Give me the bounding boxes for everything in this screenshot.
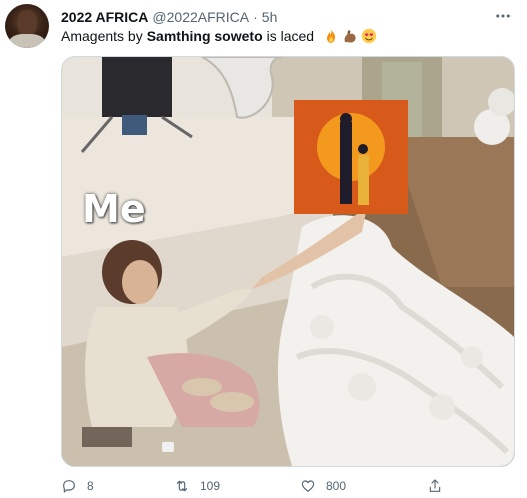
reply-count: 8	[87, 479, 94, 493]
tweet-media-image[interactable]: Me	[61, 56, 515, 467]
share-button[interactable]	[427, 478, 453, 494]
more-horizontal-icon	[496, 14, 510, 18]
reply-button[interactable]: 8	[61, 478, 94, 494]
reply-icon	[63, 480, 75, 493]
like-count: 800	[326, 479, 347, 493]
share-icon	[429, 479, 441, 492]
tweet-header: 2022 AFRICA @2022AFRICA · 5h	[61, 8, 277, 26]
flexed-biceps-emoji-icon	[344, 30, 356, 43]
more-options-button[interactable]	[491, 6, 515, 26]
tweet-text-start: Amagents by	[61, 28, 143, 44]
avatar[interactable]	[5, 4, 49, 48]
tweet[interactable]: 2022 AFRICA @2022AFRICA · 5h Amagents by…	[0, 0, 527, 498]
meme-caption: Me	[82, 187, 146, 231]
smiling-face-with-heart-eyes-emoji-icon	[361, 28, 377, 44]
timestamp[interactable]: 5h	[262, 9, 278, 25]
meme-photo	[62, 57, 514, 466]
tweet-text-end: is laced	[266, 28, 315, 44]
heart-icon	[301, 480, 315, 492]
tweet-text-artist: Samthing soweto	[146, 28, 263, 44]
fire-emoji-icon	[327, 29, 336, 43]
tweet-actions: 8 109 800	[61, 478, 451, 498]
like-button[interactable]: 800	[300, 478, 346, 494]
user-handle[interactable]: @2022AFRICA	[152, 9, 249, 25]
retweet-button[interactable]: 109	[174, 478, 220, 494]
retweet-icon	[176, 480, 188, 492]
display-name[interactable]: 2022 AFRICA	[61, 9, 148, 25]
retweet-count: 109	[200, 479, 221, 493]
tweet-text: Amagents by Samthing soweto is laced	[61, 27, 377, 45]
separator-dot: ·	[253, 9, 258, 25]
